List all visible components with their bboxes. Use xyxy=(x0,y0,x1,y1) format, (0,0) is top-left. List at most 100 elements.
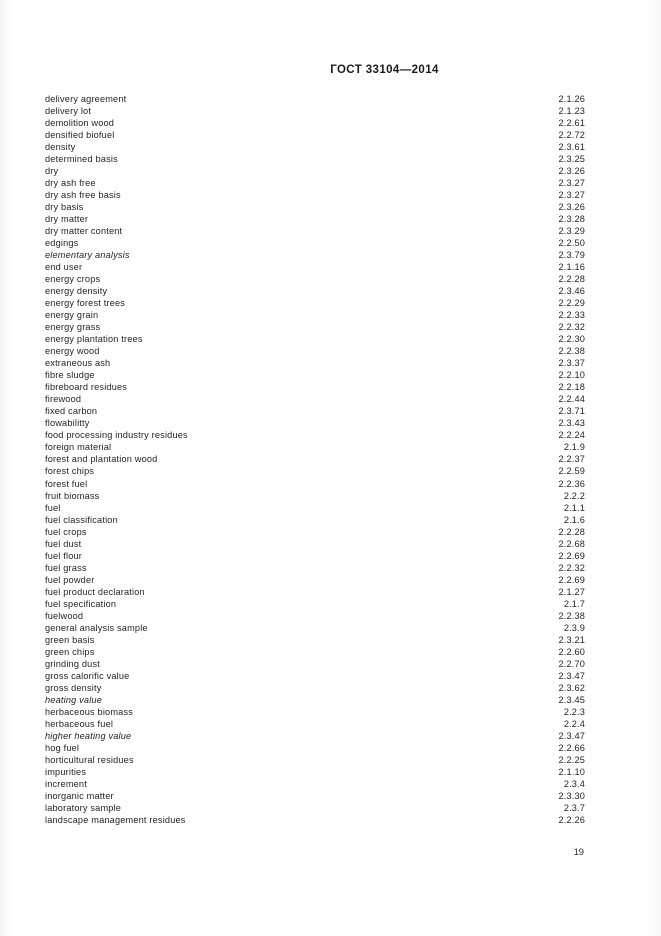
index-clause-reference: 2.2.37 xyxy=(558,454,585,465)
index-term: landscape management residues xyxy=(45,814,186,825)
index-entry-row: delivery agreement 2.1.26 xyxy=(45,93,585,105)
index-clause-reference: 2.1.10 xyxy=(558,766,585,777)
index-entry-row: foreign material 2.1.9 xyxy=(45,441,585,453)
index-term: edgings xyxy=(45,238,79,249)
index-clause-reference: 2.3.62 xyxy=(558,682,585,693)
index-term: higher heating value xyxy=(45,730,132,741)
index-entry-row: energy density 2.3.46 xyxy=(45,285,585,297)
index-clause-reference: 2.2.26 xyxy=(558,814,585,825)
index-clause-reference: 2.2.60 xyxy=(558,646,585,657)
index-term: energy crops xyxy=(45,274,101,285)
index-clause-reference: 2.3.4 xyxy=(563,778,585,789)
index-term: green basis xyxy=(45,634,95,645)
standard-designation: ГОСТ 33104—2014 xyxy=(330,64,439,76)
index-term: extraneous ash xyxy=(45,358,111,369)
index-clause-reference: 2.2.2 xyxy=(563,490,585,501)
index-clause-reference: 2.2.44 xyxy=(558,394,585,405)
index-term: fuelwood xyxy=(45,610,84,621)
index-entry-row: fuel product declaration 2.1.27 xyxy=(45,586,585,598)
index-clause-reference: 2.2.32 xyxy=(558,322,585,333)
index-term: fuel crops xyxy=(45,526,87,537)
index-entry-row: gross density 2.3.62 xyxy=(45,682,585,694)
index-entry-row: energy crops 2.2.28 xyxy=(45,273,585,285)
index-entry-row: green basis 2.3.21 xyxy=(45,634,585,646)
index-term: inorganic matter xyxy=(45,790,114,801)
index-term: forest fuel xyxy=(45,478,88,489)
index-entry-row: dry 2.3.26 xyxy=(45,165,585,177)
index-entry-row: gross calorific value 2.3.47 xyxy=(45,670,585,682)
index-clause-reference: 2.2.61 xyxy=(558,118,585,129)
index-clause-reference: 2.2.38 xyxy=(558,346,585,357)
index-entry-row: dry matter 2.3.28 xyxy=(45,213,585,225)
index-term: fuel grass xyxy=(45,562,87,573)
index-clause-reference: 2.2.72 xyxy=(558,130,585,141)
index-term: heating value xyxy=(45,694,102,705)
index-term: horticultural residues xyxy=(45,754,134,765)
index-clause-reference: 2.1.26 xyxy=(558,94,585,104)
index-clause-reference: 2.2.28 xyxy=(558,274,585,285)
index-clause-reference: 2.3.30 xyxy=(558,790,585,801)
index-entry-row: demolition wood 2.2.61 xyxy=(45,117,585,129)
index-clause-reference: 2.3.43 xyxy=(558,418,585,429)
index-term: green chips xyxy=(45,646,95,657)
index-term: energy grass xyxy=(45,322,101,333)
index-entry-row: fibreboard residues 2.2.18 xyxy=(45,381,585,393)
index-clause-reference: 2.3.47 xyxy=(558,730,585,741)
index-clause-reference: 2.3.25 xyxy=(558,154,585,165)
index-term: laboratory sample xyxy=(45,802,122,813)
index-clause-reference: 2.3.27 xyxy=(558,190,585,201)
index-entry-row: hog fuel 2.2.66 xyxy=(45,742,585,754)
index-clause-reference: 2.2.69 xyxy=(558,550,585,561)
index-clause-reference: 2.3.45 xyxy=(558,694,585,705)
index-entry-row: horticultural residues 2.2.25 xyxy=(45,754,585,766)
index-term: end user xyxy=(45,262,83,273)
index-entry-row: fuel grass 2.2.32 xyxy=(45,562,585,574)
index-clause-reference: 2.2.32 xyxy=(558,562,585,573)
index-clause-reference: 2.2.50 xyxy=(558,238,585,249)
index-term: determined basis xyxy=(45,154,118,165)
index-clause-reference: 2.3.37 xyxy=(558,358,585,369)
index-entry-row: end user 2.1.16 xyxy=(45,261,585,273)
index-clause-reference: 2.2.36 xyxy=(558,478,585,489)
index-term: dry ash free basis xyxy=(45,190,121,201)
index-entry-row: densified biofuel 2.2.72 xyxy=(45,129,585,141)
index-entry-row: fuel classification 2.1.6 xyxy=(45,514,585,526)
index-clause-reference: 2.1.6 xyxy=(563,514,585,525)
index-term: delivery lot xyxy=(45,106,92,117)
index-term: energy forest trees xyxy=(45,298,126,309)
index-term: firewood xyxy=(45,394,82,405)
index-entry-row: grinding dust 2.2.70 xyxy=(45,658,585,670)
index-clause-reference: 2.1.7 xyxy=(563,598,585,609)
index-clause-reference: 2.1.27 xyxy=(558,586,585,597)
index-term: impurities xyxy=(45,766,87,777)
index-entry-row: fibre sludge 2.2.10 xyxy=(45,369,585,381)
index-term: elementary analysis xyxy=(45,250,130,261)
index-entry-row: fuel flour 2.2.69 xyxy=(45,550,585,562)
index-term: fruit biomass xyxy=(45,490,100,501)
index-clause-reference: 2.2.59 xyxy=(558,466,585,477)
index-clause-reference: 2.2.24 xyxy=(558,430,585,441)
index-entry-row: green chips 2.2.60 xyxy=(45,646,585,658)
index-entry-row: edgings 2.2.50 xyxy=(45,237,585,249)
index-clause-reference: 2.3.26 xyxy=(558,202,585,213)
index-term: fuel powder xyxy=(45,574,95,585)
index-entry-row: delivery lot 2.1.23 xyxy=(45,105,585,117)
index-term: foreign material xyxy=(45,442,112,453)
index-entry-row: dry ash free 2.3.27 xyxy=(45,177,585,189)
index-entry-row: fuel 2.1.1 xyxy=(45,502,585,514)
index-term: flowabilitty xyxy=(45,418,90,429)
index-clause-reference: 2.1.1 xyxy=(563,502,585,513)
index-entry-row: increment 2.3.4 xyxy=(45,778,585,790)
index-clause-reference: 2.2.68 xyxy=(558,538,585,549)
index-clause-reference: 2.2.28 xyxy=(558,526,585,537)
index-term: gross calorific value xyxy=(45,670,130,681)
index-term: forest and plantation wood xyxy=(45,454,158,465)
index-entry-row: higher heating value 2.3.47 xyxy=(45,730,585,742)
index-term: dry basis xyxy=(45,202,84,213)
index-clause-reference: 2.3.7 xyxy=(563,802,585,813)
index-clause-reference: 2.3.47 xyxy=(558,670,585,681)
index-term: densified biofuel xyxy=(45,130,115,141)
index-term: fuel product declaration xyxy=(45,586,145,597)
index-term: herbaceous biomass xyxy=(45,706,134,717)
index-term: forest chips xyxy=(45,466,95,477)
